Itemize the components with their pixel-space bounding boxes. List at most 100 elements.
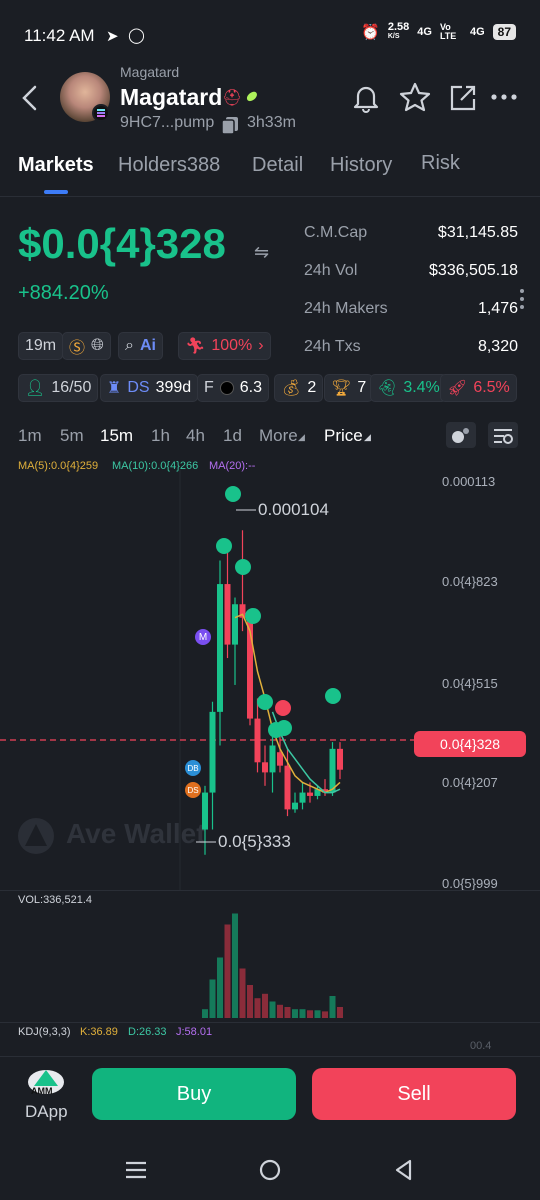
sell-bag-marker-icon[interactable] — [275, 700, 291, 716]
copy-icon[interactable] — [220, 115, 240, 135]
candle[interactable] — [202, 792, 208, 830]
volume-bar — [329, 996, 336, 1018]
candle[interactable] — [217, 584, 223, 712]
bell-icon[interactable] — [350, 82, 382, 114]
candle[interactable] — [254, 718, 261, 763]
stat-label: C.M.Cap — [304, 224, 368, 241]
ds-event-marker[interactable]: DS — [185, 782, 201, 798]
buy-bag-marker-icon[interactable] — [225, 486, 241, 502]
candle[interactable] — [307, 792, 313, 796]
candle[interactable] — [224, 584, 231, 645]
bag-chip-value: 2 — [307, 379, 317, 396]
timeframe-1m[interactable]: 1m — [18, 426, 42, 446]
ds-chip-value: 399d — [155, 379, 192, 396]
volume-bar — [239, 968, 246, 1018]
f-chip[interactable]: F 6.3 — [197, 374, 270, 402]
whatsapp-icon: ◯ — [128, 27, 145, 44]
swap-arrows-icon[interactable]: ⇋ — [254, 242, 269, 263]
buy-bag-marker-icon[interactable] — [245, 608, 261, 624]
bag-chip[interactable]: 💰︎ 2 — [274, 374, 324, 402]
more-options-icon[interactable] — [490, 92, 520, 102]
token-name: Magatard — [120, 84, 223, 110]
candle[interactable] — [277, 752, 283, 766]
dapp-button[interactable]: AMM — [24, 1066, 68, 1106]
timeframe-more[interactable]: More — [259, 426, 298, 446]
buy-button[interactable]: Buy — [92, 1068, 296, 1120]
volume-bar — [232, 913, 238, 1018]
tab-markets[interactable]: Markets — [18, 154, 94, 177]
candle[interactable] — [209, 711, 216, 793]
timeframe-15m[interactable]: 15m — [100, 426, 133, 446]
money-bag-icon: 💰︎ — [281, 380, 302, 397]
sell-button[interactable]: Sell — [312, 1068, 516, 1120]
trophy-chip[interactable]: 🏆︎ 7 — [324, 374, 374, 402]
trophy-chip-value: 7 — [357, 379, 367, 396]
coin-icon: Ⓢ — [69, 340, 86, 357]
volume-bar — [209, 979, 216, 1018]
rocket-chip-value: 6.5% — [473, 379, 510, 396]
back-icon[interactable] — [392, 1158, 416, 1182]
kdj-k: K:36.89 — [80, 1026, 118, 1038]
stat-row: 24h Vol $336,505.18 — [304, 262, 518, 300]
volte-label: Vo LTE — [439, 22, 457, 41]
dev-tag-icon: ⛑ — [222, 90, 243, 107]
price-dropdown-icon: ◢ — [364, 432, 371, 442]
candle[interactable] — [284, 765, 291, 810]
links-chip[interactable]: Ⓢ 🌐︎ — [62, 332, 111, 360]
db-event-marker[interactable]: DB — [185, 760, 201, 776]
candle[interactable] — [232, 604, 238, 645]
m-event-marker[interactable]: M — [195, 629, 211, 645]
timeframe-4h[interactable]: 4h — [186, 426, 205, 446]
home-icon[interactable] — [258, 1158, 282, 1182]
timeframe-1d[interactable]: 1d — [223, 426, 242, 446]
buy-bag-marker-icon[interactable] — [216, 538, 232, 554]
holders-chip[interactable]: 👤︎ 16/50 — [18, 374, 99, 402]
search-ai-chip[interactable]: ⌕ Ai — [118, 332, 163, 360]
stat-value: 8,320 — [477, 338, 518, 355]
tab-history[interactable]: History — [330, 154, 392, 177]
timeframe-1h[interactable]: 1h — [151, 426, 170, 446]
recent-apps-icon[interactable] — [124, 1158, 148, 1182]
stat-value: 1,476 — [477, 300, 518, 317]
token-age: 3h33m — [247, 114, 296, 131]
candle[interactable] — [292, 802, 298, 810]
dapp-label: DApp — [25, 1102, 68, 1121]
ds-chip-label: DS — [127, 379, 150, 396]
volume-chart — [202, 913, 343, 1018]
ai-icon: Ai — [139, 337, 156, 354]
buy-bag-marker-icon[interactable] — [257, 694, 273, 710]
price-mode-select[interactable]: Price — [324, 426, 363, 446]
candle[interactable] — [262, 762, 268, 773]
stat-value: $31,145.85 — [437, 224, 518, 241]
stat-row: C.M.Cap $31,145.85 — [304, 224, 518, 262]
indicator-toggle-button[interactable] — [446, 422, 476, 448]
timeframe-5m[interactable]: 5m — [60, 426, 84, 446]
volume-bar — [254, 998, 261, 1018]
ghost-chip[interactable]: 👻︎ 3.4% — [370, 374, 447, 402]
tab-holders[interactable]: Holders388 — [118, 154, 220, 177]
token-address[interactable]: 9HC7...pump — [120, 114, 214, 132]
candle[interactable] — [299, 792, 306, 803]
runner-chip[interactable]: 🏃︎ 100% › — [178, 332, 271, 360]
ds-chip[interactable]: ♜ DS 399d — [100, 374, 199, 402]
rocket-chip[interactable]: 🚀︎ 6.5% — [440, 374, 517, 402]
candle[interactable] — [329, 748, 336, 793]
stats-more-icon[interactable] — [518, 288, 526, 310]
tab-detail[interactable]: Detail — [252, 154, 303, 177]
low-price-label: 0.0{5}333 — [218, 832, 291, 851]
star-icon[interactable] — [398, 81, 432, 113]
buy-bag-marker-icon[interactable] — [235, 559, 251, 575]
candle[interactable] — [337, 748, 343, 770]
chart-settings-button[interactable] — [488, 422, 518, 448]
tab-risk[interactable]: Risk — [421, 152, 460, 175]
buy-bag-marker-icon[interactable] — [276, 720, 292, 736]
candle[interactable] — [269, 745, 276, 773]
kdj-j: J:58.01 — [176, 1026, 213, 1038]
buy-bag-marker-icon[interactable] — [325, 688, 341, 704]
user-star-icon: 👤︎ — [25, 380, 46, 397]
stat-row: 24h Makers 1,476 — [304, 300, 518, 338]
back-arrow-icon[interactable] — [20, 84, 40, 112]
share-icon[interactable] — [448, 83, 478, 113]
runner-icon: 🏃︎ — [185, 338, 206, 355]
price-chart[interactable] — [0, 470, 540, 890]
